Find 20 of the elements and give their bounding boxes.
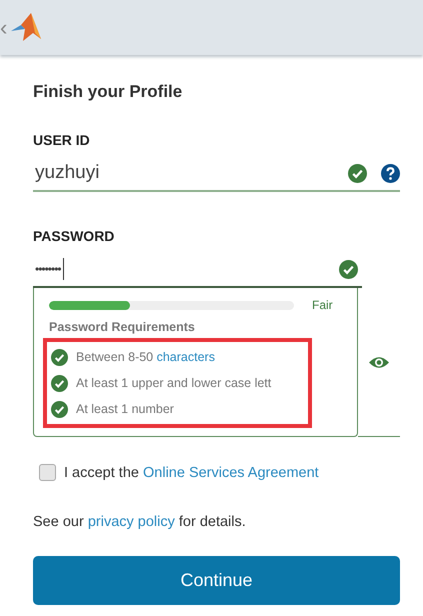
checkbox[interactable] xyxy=(39,464,56,481)
requirement-text: At least 1 number xyxy=(76,402,174,416)
user-id-field[interactable]: yuzhuyi xyxy=(33,162,338,184)
privacy-text: See our privacy policy for details. xyxy=(33,514,247,530)
agreement-text: I accept the Online Services Agreement xyxy=(64,464,319,480)
strength-reading: Fair xyxy=(312,298,333,312)
privacy-link[interactable]: privacy policy xyxy=(88,514,175,530)
requirement-text: Between 8-50 characters xyxy=(76,350,215,364)
eye-icon[interactable] xyxy=(368,354,390,370)
requirements-title: Password Requirements xyxy=(49,320,196,334)
page-title: Finish your Profile xyxy=(33,82,184,102)
help-icon[interactable] xyxy=(381,164,400,182)
field-label: PASSWORD xyxy=(33,228,116,244)
back-button[interactable]: ‹ xyxy=(0,14,8,40)
characters-link[interactable]: characters xyxy=(156,350,215,364)
continue-button[interactable]: Continue xyxy=(33,556,400,605)
agreement-link[interactable]: Online Services Agreement xyxy=(143,464,319,480)
requirement-text: At least 1 upper and lower case lett xyxy=(76,376,272,390)
password-field[interactable]: •••••••• xyxy=(33,258,329,280)
field-label: USER ID xyxy=(33,132,91,148)
